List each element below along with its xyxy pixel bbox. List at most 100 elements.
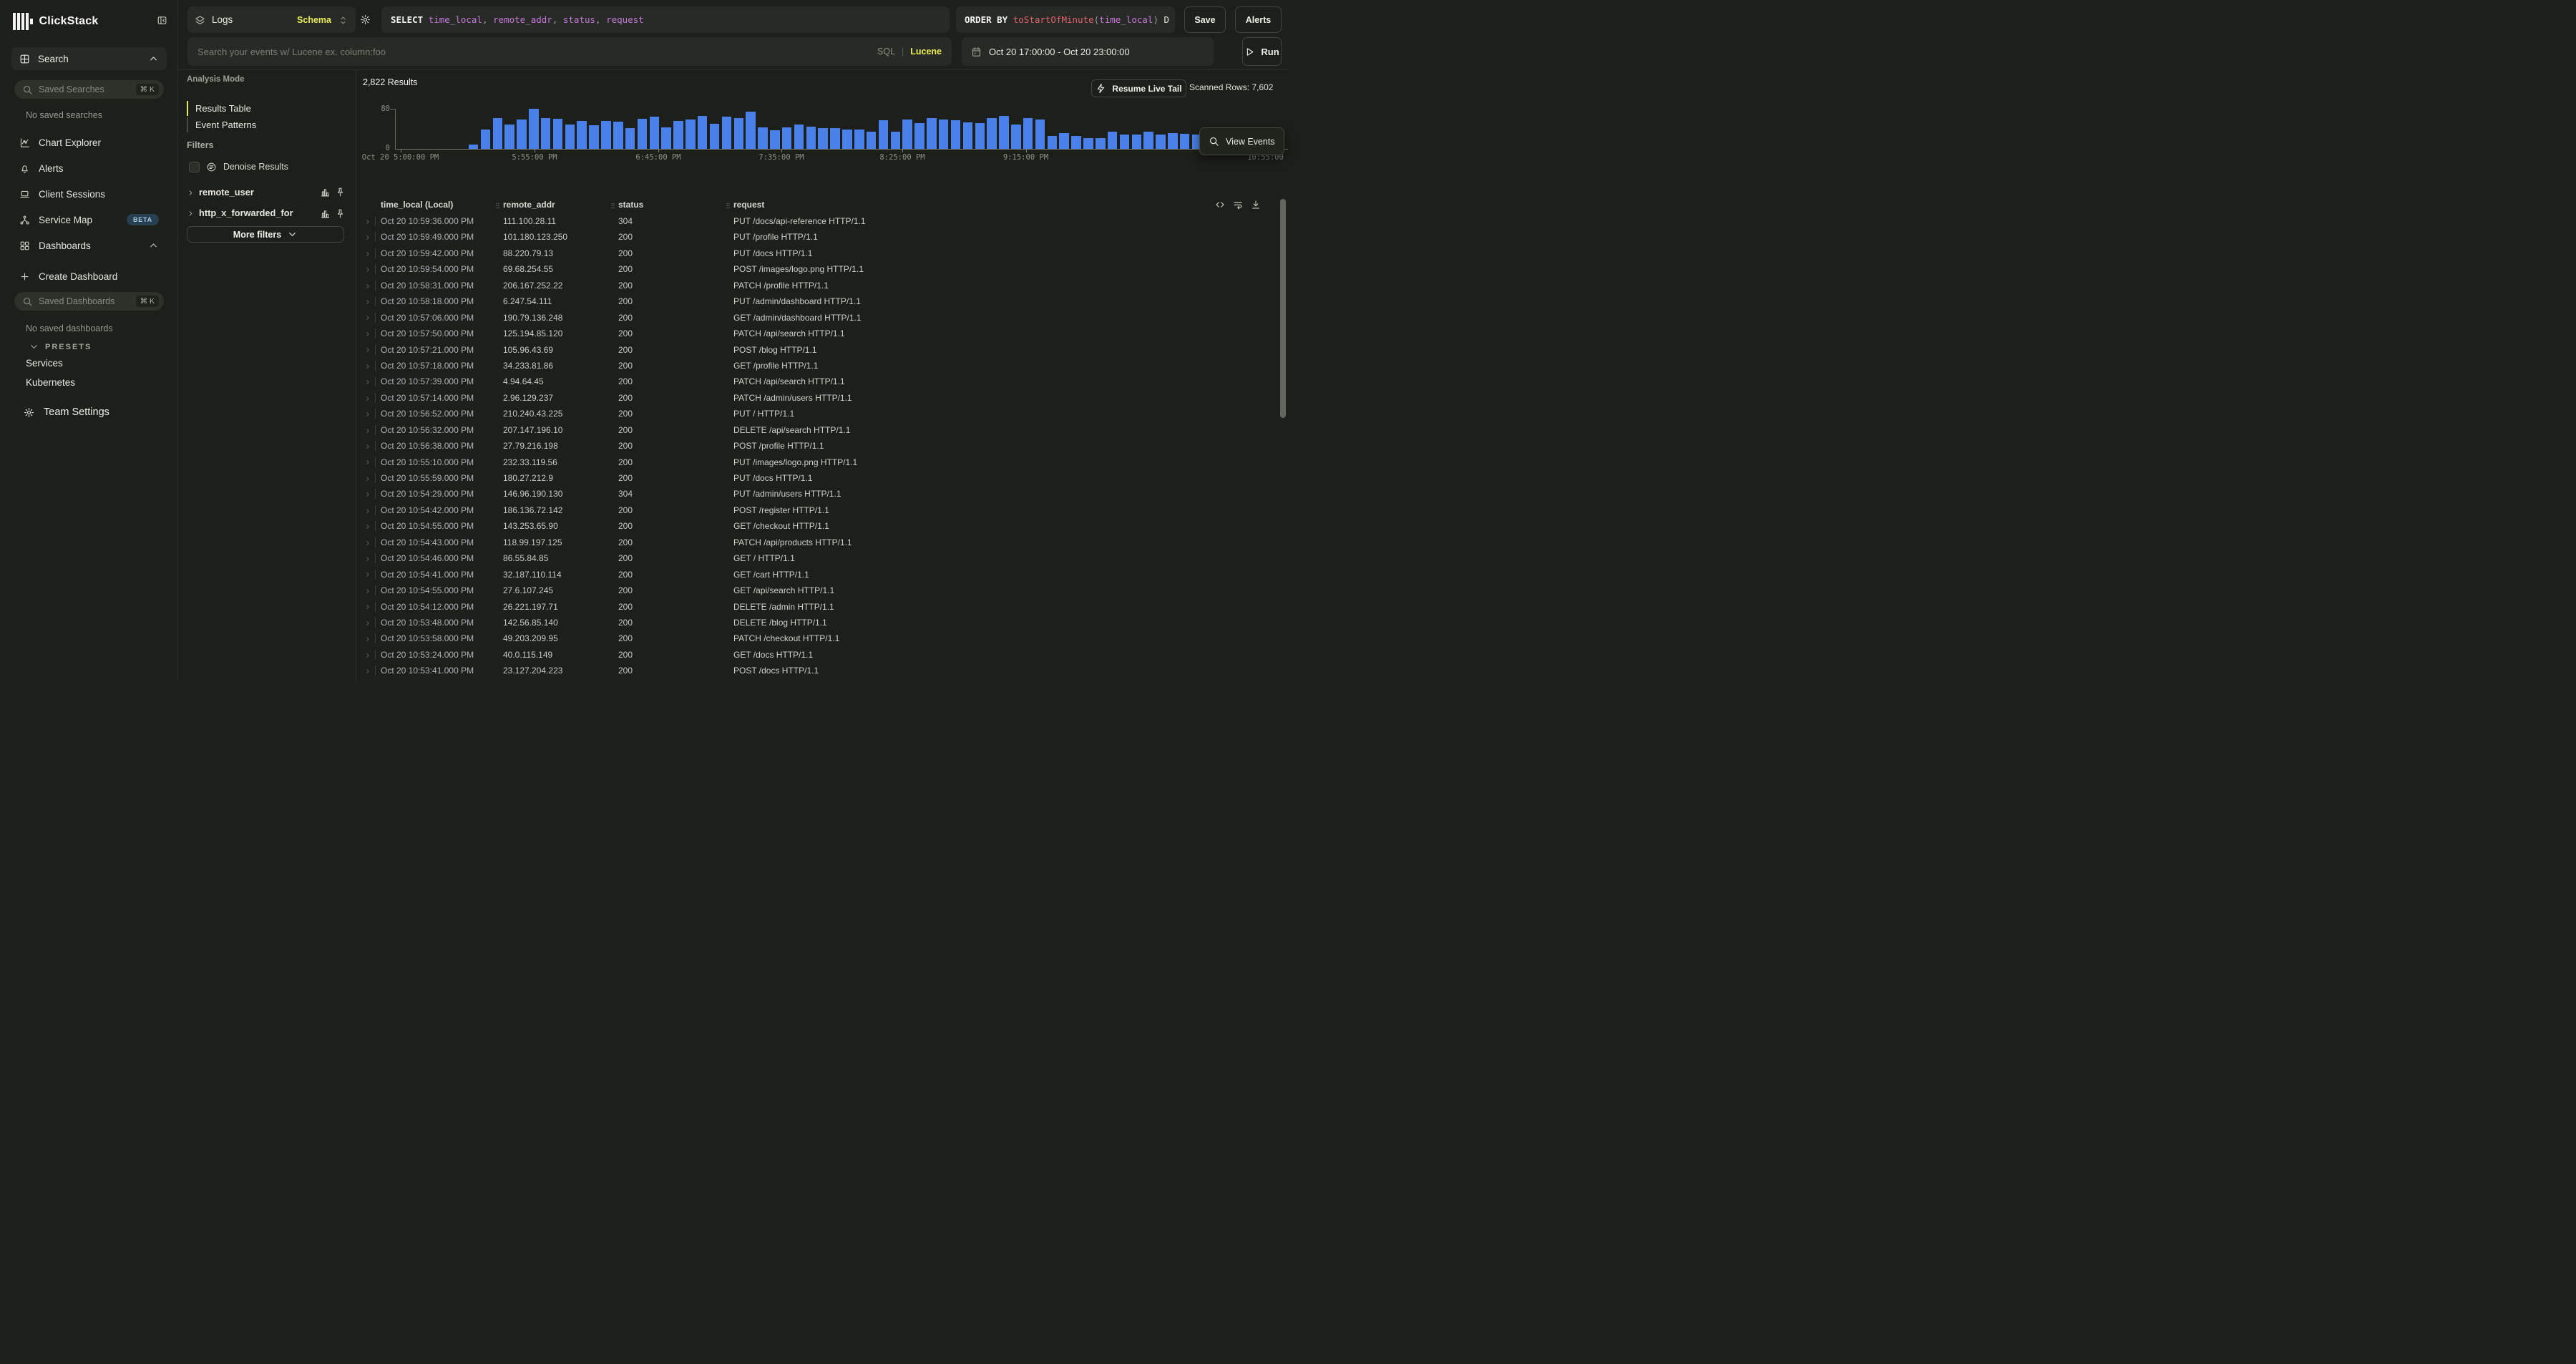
- histogram-bar[interactable]: [638, 119, 648, 149]
- histogram-bar[interactable]: [902, 120, 912, 149]
- drag-handle-icon[interactable]: [609, 200, 617, 210]
- table-row[interactable]: Oct 20 10:57:39.000 PM4.94.64.45200PATCH…: [361, 374, 1284, 390]
- preset-item-kubernetes[interactable]: Kubernetes: [26, 377, 75, 388]
- row-expand-icon[interactable]: [364, 602, 371, 612]
- histogram-bar[interactable]: [1048, 136, 1058, 149]
- histogram-bar[interactable]: [987, 118, 997, 149]
- row-expand-icon[interactable]: [364, 216, 371, 226]
- chart-icon[interactable]: [320, 207, 331, 218]
- presets-section[interactable]: PRESETS: [29, 341, 92, 352]
- histogram-bar[interactable]: [1059, 133, 1069, 149]
- histogram-bar[interactable]: [541, 118, 551, 149]
- pin-icon[interactable]: [335, 186, 346, 198]
- histogram-bar[interactable]: [722, 117, 732, 149]
- histogram-bar[interactable]: [493, 118, 503, 149]
- table-row[interactable]: Oct 20 10:57:06.000 PM190.79.136.248200G…: [361, 311, 1284, 326]
- events-histogram[interactable]: 80 0 Oct 20 5:00:00 PM5:55:00 PM6:45:00 …: [356, 93, 1288, 165]
- histogram-bar[interactable]: [842, 130, 852, 149]
- sidebar-item-search[interactable]: Search: [11, 47, 167, 70]
- sidebar-item-client-sessions[interactable]: Client Sessions: [11, 183, 167, 205]
- drag-handle-icon[interactable]: [724, 200, 732, 210]
- row-expand-icon[interactable]: [364, 521, 371, 531]
- run-button[interactable]: Run: [1242, 37, 1282, 66]
- collapse-sidebar-icon[interactable]: [157, 14, 167, 26]
- column-header-remote-addr[interactable]: remote_addr: [503, 200, 555, 210]
- scrollbar-thumb[interactable]: [1280, 199, 1286, 418]
- row-expand-icon[interactable]: [364, 618, 371, 628]
- histogram-bar[interactable]: [1143, 132, 1153, 149]
- histogram-bar[interactable]: [927, 118, 937, 149]
- table-row[interactable]: Oct 20 10:56:32.000 PM207.147.196.10200D…: [361, 423, 1284, 439]
- table-row[interactable]: Oct 20 10:53:58.000 PM49.203.209.95200PA…: [361, 631, 1284, 647]
- table-row[interactable]: Oct 20 10:54:55.000 PM27.6.107.245200GET…: [361, 583, 1284, 599]
- row-expand-icon[interactable]: [364, 409, 371, 419]
- histogram-bar[interactable]: [1023, 118, 1033, 149]
- row-expand-icon[interactable]: [364, 361, 371, 371]
- histogram-bar[interactable]: [504, 125, 514, 149]
- histogram-bar[interactable]: [565, 125, 575, 149]
- table-row[interactable]: Oct 20 10:55:59.000 PM180.27.212.9200PUT…: [361, 471, 1284, 487]
- row-expand-icon[interactable]: [364, 633, 371, 643]
- table-row[interactable]: Oct 20 10:54:43.000 PM118.99.197.125200P…: [361, 535, 1284, 551]
- sidebar-item-service-map[interactable]: Service MapBETA: [11, 209, 167, 230]
- row-expand-icon[interactable]: [364, 473, 371, 483]
- sidebar-item-team-settings[interactable]: Team Settings: [24, 406, 109, 418]
- sql-toggle[interactable]: SQL: [877, 47, 895, 57]
- mode-results-table[interactable]: Results Table: [187, 100, 344, 117]
- histogram-bar[interactable]: [613, 122, 623, 149]
- row-expand-icon[interactable]: [364, 585, 371, 595]
- row-expand-icon[interactable]: [364, 489, 371, 499]
- row-expand-icon[interactable]: [364, 570, 371, 580]
- denoise-checkbox[interactable]: [189, 162, 200, 172]
- create-dashboard-button[interactable]: Create Dashboard: [11, 266, 167, 287]
- histogram-bar[interactable]: [1120, 135, 1130, 149]
- table-row[interactable]: Oct 20 10:56:38.000 PM27.79.216.198200PO…: [361, 439, 1284, 454]
- row-expand-icon[interactable]: [364, 457, 371, 467]
- histogram-bar[interactable]: [698, 116, 708, 149]
- table-row[interactable]: Oct 20 10:58:18.000 PM6.247.54.111200PUT…: [361, 294, 1284, 310]
- row-expand-icon[interactable]: [364, 345, 371, 355]
- row-expand-icon[interactable]: [364, 425, 371, 435]
- table-row[interactable]: Oct 20 10:57:18.000 PM34.233.81.86200GET…: [361, 359, 1284, 374]
- table-row[interactable]: Oct 20 10:54:12.000 PM26.221.197.71200DE…: [361, 600, 1284, 615]
- table-row[interactable]: Oct 20 10:53:41.000 PM23.127.204.223200P…: [361, 663, 1284, 679]
- table-row[interactable]: Oct 20 10:54:42.000 PM186.136.72.142200P…: [361, 503, 1284, 519]
- drag-handle-icon[interactable]: [494, 200, 502, 210]
- table-row[interactable]: Oct 20 10:57:50.000 PM125.194.85.120200P…: [361, 326, 1284, 342]
- column-header-status[interactable]: status: [618, 200, 643, 210]
- histogram-bar[interactable]: [951, 120, 961, 149]
- histogram-bar[interactable]: [914, 123, 924, 149]
- table-row[interactable]: Oct 20 10:59:49.000 PM101.180.123.250200…: [361, 230, 1284, 245]
- saved-dashboards-input[interactable]: Saved Dashboards ⌘ K: [14, 292, 164, 311]
- histogram-bar[interactable]: [1035, 120, 1045, 149]
- histogram-bar[interactable]: [806, 127, 816, 150]
- histogram-bar[interactable]: [577, 121, 587, 149]
- order-by-input[interactable]: ORDER BY toStartOfMinute(time_local) D: [956, 6, 1175, 33]
- lucene-toggle[interactable]: Lucene: [910, 47, 942, 57]
- save-button[interactable]: Save: [1184, 6, 1226, 33]
- filter-field-http_x_forwarded_for[interactable]: http_x_forwarded_for: [187, 205, 346, 221]
- table-row[interactable]: Oct 20 10:58:31.000 PM206.167.252.22200P…: [361, 278, 1284, 294]
- source-selector[interactable]: Logs Schema: [187, 6, 356, 33]
- histogram-bar[interactable]: [830, 128, 840, 149]
- chart-icon[interactable]: [320, 186, 331, 198]
- histogram-bar[interactable]: [1156, 135, 1166, 149]
- row-expand-icon[interactable]: [364, 296, 371, 306]
- row-expand-icon[interactable]: [364, 650, 371, 660]
- saved-searches-input[interactable]: Saved Searches ⌘ K: [14, 80, 164, 99]
- row-expand-icon[interactable]: [364, 553, 371, 563]
- preset-item-services[interactable]: Services: [26, 358, 63, 369]
- row-expand-icon[interactable]: [364, 313, 371, 323]
- histogram-bar[interactable]: [589, 125, 599, 149]
- row-expand-icon[interactable]: [364, 232, 371, 242]
- row-expand-icon[interactable]: [364, 505, 371, 515]
- select-query-input[interactable]: SELECT time_local, remote_addr, status, …: [381, 6, 950, 33]
- histogram-bar[interactable]: [686, 120, 696, 149]
- histogram-bar[interactable]: [517, 120, 527, 149]
- sidebar-item-dashboards[interactable]: Dashboards: [11, 235, 167, 256]
- histogram-bar[interactable]: [782, 127, 792, 149]
- row-expand-icon[interactable]: [364, 248, 371, 258]
- histogram-bar[interactable]: [758, 127, 768, 149]
- histogram-bar[interactable]: [1132, 135, 1142, 149]
- sidebar-item-chart-explorer[interactable]: Chart Explorer: [11, 132, 167, 153]
